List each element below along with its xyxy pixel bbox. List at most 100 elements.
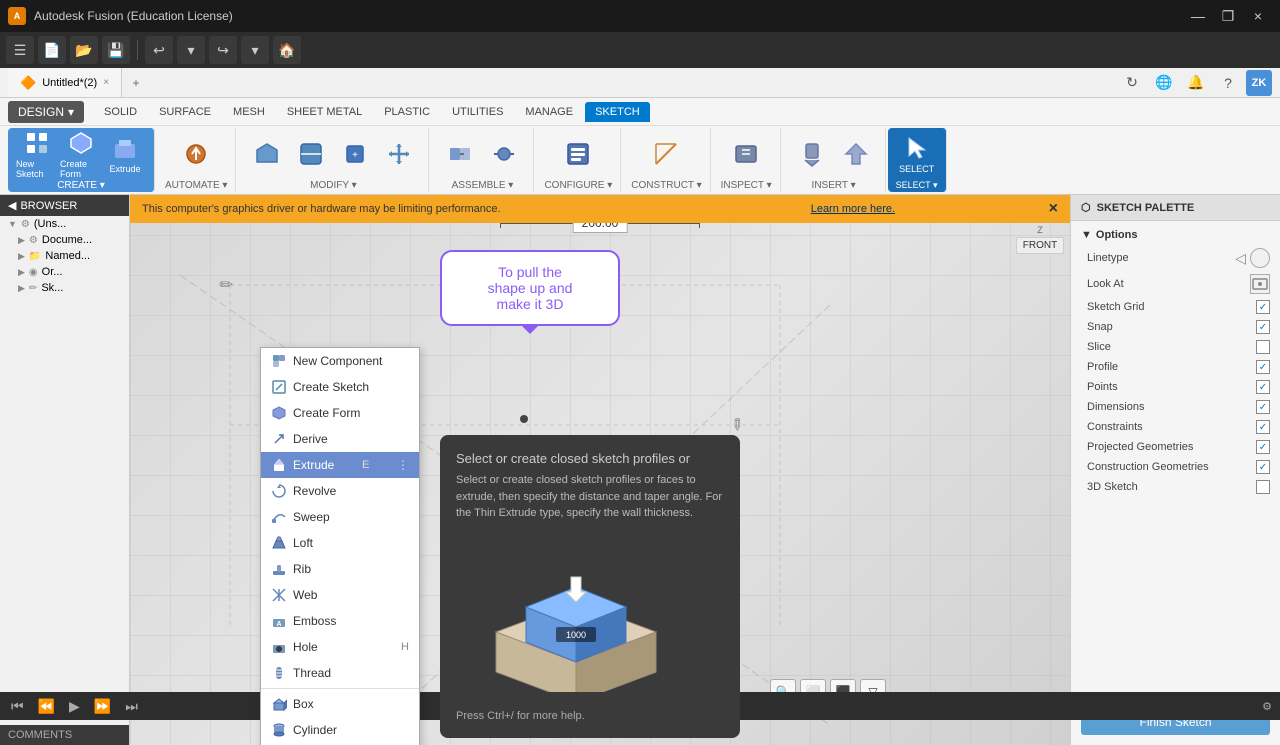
app-menu-button[interactable]: ☰ — [6, 36, 34, 64]
comments-panel[interactable]: COMMENTS — [0, 725, 129, 745]
create-main-btn[interactable]: New Sketch — [16, 130, 58, 178]
browser-item-sketch[interactable]: ▶ ✏ Sk... — [0, 280, 129, 296]
save-button[interactable]: 💾 — [102, 36, 130, 64]
playback-start[interactable]: ⏮ — [8, 698, 27, 715]
row-linetype[interactable]: Linetype ◁ — [1071, 245, 1280, 271]
select-btn[interactable]: SELECT — [896, 130, 938, 178]
assemble-btn[interactable] — [439, 130, 481, 178]
row-points[interactable]: Points — [1071, 377, 1280, 397]
active-tab[interactable]: 🔶 Untitled*(2) × — [8, 68, 122, 97]
tab-surface[interactable]: SURFACE — [149, 102, 221, 122]
tab-nav-question[interactable]: ? — [1214, 69, 1242, 97]
menu-create-form[interactable]: Create Form — [261, 400, 419, 426]
open-button[interactable]: 📂 — [70, 36, 98, 64]
constraints-checkbox[interactable] — [1256, 420, 1270, 434]
tab-nav-help[interactable]: 🌐 — [1150, 69, 1178, 97]
nav-cube[interactable]: Z FRONT — [1010, 225, 1070, 305]
tab-nav-refresh[interactable]: ↻ — [1118, 69, 1146, 97]
menu-new-component[interactable]: New Component — [261, 348, 419, 374]
insert-btn[interactable] — [791, 130, 833, 178]
home-button[interactable]: 🏠 — [273, 36, 301, 64]
row-constraints[interactable]: Constraints — [1071, 417, 1280, 437]
move-btn[interactable] — [378, 130, 420, 178]
playback-play[interactable]: ▶ — [66, 698, 83, 715]
tab-sketch[interactable]: SKETCH — [585, 102, 650, 122]
configure-btn[interactable] — [557, 130, 599, 178]
browser-item-documents[interactable]: ▶ ⚙ Docume... — [0, 232, 129, 248]
menu-rib[interactable]: Rib — [261, 556, 419, 582]
menu-sweep[interactable]: Sweep — [261, 504, 419, 530]
inspect-btn[interactable] — [725, 130, 767, 178]
dimensions-checkbox[interactable] — [1256, 400, 1270, 414]
tab-solid[interactable]: SOLID — [94, 102, 147, 122]
browser-item-root[interactable]: ▼ ⚙ (Uns... — [0, 216, 129, 232]
menu-extrude[interactable]: Extrude E ⋮ — [261, 452, 419, 478]
user-avatar[interactable]: ZK — [1246, 70, 1272, 96]
automate-btn[interactable] — [175, 130, 217, 178]
menu-web[interactable]: Web — [261, 582, 419, 608]
modify-btn[interactable] — [246, 130, 288, 178]
tab-plastic[interactable]: PLASTIC — [374, 102, 440, 122]
modify-3-btn[interactable]: + — [334, 130, 376, 178]
row-snap[interactable]: Snap — [1071, 317, 1280, 337]
new-tab-button[interactable]: + — [122, 68, 150, 97]
create-form-btn[interactable]: Create Form — [60, 130, 102, 178]
menu-hole[interactable]: Hole H — [261, 634, 419, 660]
menu-revolve[interactable]: Revolve — [261, 478, 419, 504]
sketch-grid-checkbox[interactable] — [1256, 300, 1270, 314]
projected-geo-checkbox[interactable] — [1256, 440, 1270, 454]
playback-prev[interactable]: ⏪ — [35, 698, 58, 715]
snap-checkbox[interactable] — [1256, 320, 1270, 334]
menu-loft[interactable]: Loft — [261, 530, 419, 556]
row-3d-sketch[interactable]: 3D Sketch — [1071, 477, 1280, 497]
undo-dropdown[interactable]: ▾ — [177, 36, 205, 64]
browser-header[interactable]: ◀ BROWSER — [0, 195, 129, 216]
new-button[interactable]: 📄 — [38, 36, 66, 64]
construct-btn[interactable] — [645, 130, 687, 178]
row-projected-geo[interactable]: Projected Geometries — [1071, 437, 1280, 457]
maximize-button[interactable]: ❐ — [1214, 2, 1242, 30]
undo-button[interactable]: ↩ — [145, 36, 173, 64]
row-slice[interactable]: Slice — [1071, 337, 1280, 357]
tab-manage[interactable]: MANAGE — [515, 102, 583, 122]
warning-close-btn[interactable]: × — [1049, 200, 1058, 218]
profile-checkbox[interactable] — [1256, 360, 1270, 374]
redo-button[interactable]: ↪ — [209, 36, 237, 64]
redo-dropdown[interactable]: ▾ — [241, 36, 269, 64]
tab-mesh[interactable]: MESH — [223, 102, 275, 122]
tab-utilities[interactable]: UTILITIES — [442, 102, 513, 122]
3d-sketch-checkbox[interactable] — [1256, 480, 1270, 494]
create-dropdown-btn[interactable]: Extrude — [104, 130, 146, 178]
menu-create-sketch[interactable]: Create Sketch — [261, 374, 419, 400]
menu-cylinder[interactable]: Cylinder — [261, 717, 419, 743]
menu-box[interactable]: Box — [261, 691, 419, 717]
minimize-button[interactable]: — — [1184, 2, 1212, 30]
modify-2-btn[interactable] — [290, 130, 332, 178]
menu-extrude-more-icon[interactable]: ⋮ — [397, 458, 409, 472]
design-workspace-button[interactable]: DESIGN ▾ — [8, 101, 84, 123]
browser-item-origin[interactable]: ▶ ◉ Or... — [0, 264, 129, 280]
close-button[interactable]: × — [1244, 2, 1272, 30]
nav-cube-front[interactable]: FRONT — [1016, 237, 1064, 254]
joint-btn[interactable] — [483, 130, 525, 178]
row-look-at[interactable]: Look At — [1071, 271, 1280, 297]
tab-close-button[interactable]: × — [103, 77, 109, 88]
menu-thread[interactable]: Thread — [261, 660, 419, 686]
slice-checkbox[interactable] — [1256, 340, 1270, 354]
look-at-btn[interactable] — [1250, 274, 1270, 294]
tab-sheet-metal[interactable]: SHEET METAL — [277, 102, 372, 122]
browser-item-named[interactable]: ▶ 📁 Named... — [0, 248, 129, 264]
construction-geo-checkbox[interactable] — [1256, 460, 1270, 474]
playback-next[interactable]: ⏩ — [91, 698, 114, 715]
row-sketch-grid[interactable]: Sketch Grid — [1071, 297, 1280, 317]
linetype-circle[interactable] — [1250, 248, 1270, 268]
settings-icon[interactable]: ⚙ — [1262, 700, 1272, 713]
row-dimensions[interactable]: Dimensions — [1071, 397, 1280, 417]
tab-nav-community[interactable]: 🔔 — [1182, 69, 1210, 97]
titlebar-controls[interactable]: — ❐ × — [1184, 2, 1272, 30]
row-construction-geo[interactable]: Construction Geometries — [1071, 457, 1280, 477]
row-profile[interactable]: Profile — [1071, 357, 1280, 377]
warning-link[interactable]: Learn more here. — [811, 203, 895, 215]
playback-end[interactable]: ⏭ — [122, 698, 141, 715]
points-checkbox[interactable] — [1256, 380, 1270, 394]
